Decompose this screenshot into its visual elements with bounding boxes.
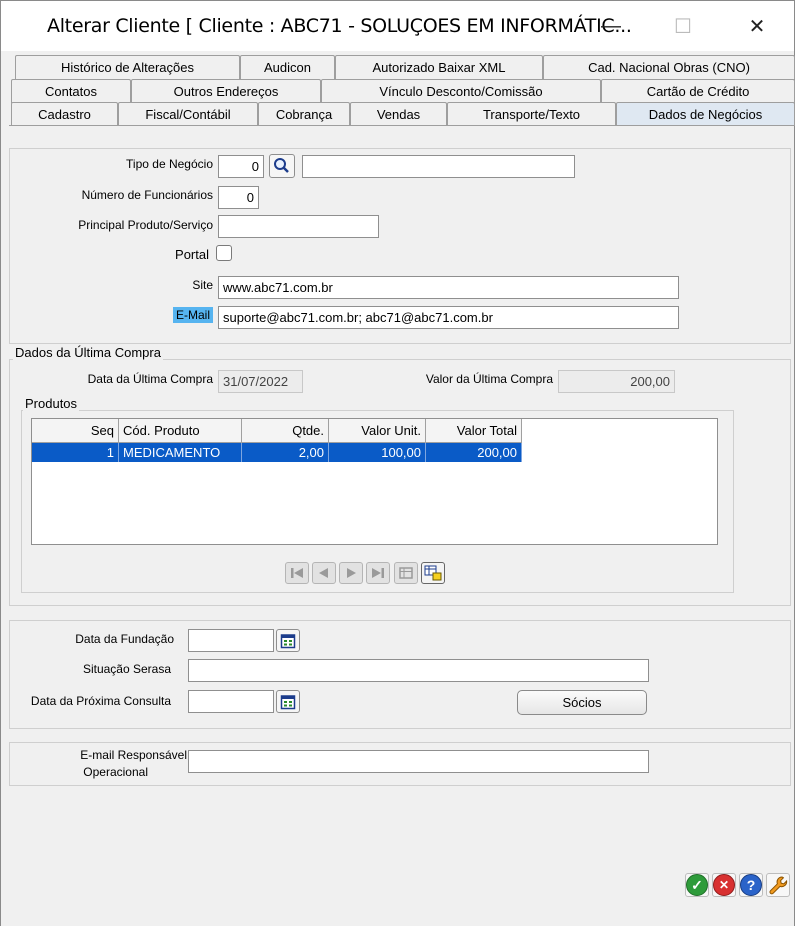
numero-funcionarios-label: Número de Funcionários [81, 188, 213, 202]
ultima-compra-legend: Dados da Última Compra [13, 345, 163, 360]
tab-cno[interactable]: Cad. Nacional Obras (CNO) [543, 55, 795, 79]
tipo-negocio-descricao[interactable] [302, 155, 575, 178]
tab-historico[interactable]: Histórico de Alterações [15, 55, 240, 79]
situacao-serasa-label: Situação Serasa [82, 662, 171, 676]
prior-record-button [312, 562, 336, 584]
cancel-button[interactable]: ✕ [712, 873, 736, 897]
tab-vinculo-desconto[interactable]: Vínculo Desconto/Comissão [321, 79, 601, 103]
portal-checkbox[interactable] [216, 245, 232, 261]
tools-button[interactable] [766, 873, 790, 897]
cell-valor-unit: 100,00 [329, 443, 426, 462]
export-grid-button[interactable] [421, 562, 445, 584]
tipo-negocio-input[interactable]: 0 [218, 155, 264, 178]
first-icon [291, 568, 303, 578]
email-label-wrapper: E-Mail [161, 307, 213, 323]
produtos-table[interactable]: Seq Cód. Produto Qtde. Valor Unit. Valor… [31, 418, 718, 545]
first-record-button [285, 562, 309, 584]
column-qtde[interactable]: Qtde. [242, 419, 329, 443]
tab-cobranca[interactable]: Cobrança [258, 102, 350, 126]
last-record-button [366, 562, 390, 584]
cancel-icon: ✕ [713, 874, 735, 896]
email-label: E-Mail [172, 307, 213, 323]
grid-export-icon [424, 565, 442, 581]
tab-outros-enderecos[interactable]: Outros Endereços [131, 79, 321, 103]
email-input[interactable]: suporte@abc71.com.br; abc71@abc71.com.br [218, 306, 679, 329]
data-fundacao-input[interactable] [188, 629, 274, 652]
column-cod-produto[interactable]: Cód. Produto [119, 419, 242, 443]
window-title: Alterar Cliente [ Cliente : ABC71 - SOLU… [47, 15, 632, 37]
table-row[interactable]: 1 MEDICAMENTO 2,00 100,00 200,00 [32, 443, 522, 462]
tab-content: Tipo de Negócio 0 Número de Funcionários… [1, 126, 794, 926]
help-icon: ? [740, 874, 762, 896]
data-proxima-consulta-input[interactable] [188, 690, 274, 713]
cell-cod-produto: MEDICAMENTO [119, 443, 242, 462]
produtos-legend: Produtos [23, 396, 80, 411]
column-seq[interactable]: Seq [32, 419, 119, 443]
situacao-serasa-input[interactable] [188, 659, 649, 682]
site-input[interactable]: www.abc71.com.br [218, 276, 679, 299]
site-label: Site [192, 278, 213, 292]
valor-ultima-compra-input: 200,00 [558, 370, 675, 393]
cell-seq: 1 [32, 443, 119, 462]
data-proxima-consulta-label: Data da Próxima Consulta [30, 694, 171, 708]
calendar-icon [280, 694, 296, 709]
help-button[interactable]: ? [739, 873, 763, 897]
socios-button[interactable]: Sócios [517, 690, 647, 715]
tab-vendas[interactable]: Vendas [350, 102, 447, 126]
operacional-label: Operacional [83, 765, 148, 779]
maximize-button: ☐ [674, 15, 692, 38]
cell-qtde: 2,00 [242, 443, 329, 462]
ok-button[interactable]: ✓ [685, 873, 709, 897]
principal-produto-input[interactable] [218, 215, 379, 238]
tab-dados-negocios[interactable]: Dados de Negócios [616, 102, 795, 126]
table-icon [399, 567, 413, 579]
numero-funcionarios-input[interactable]: 0 [218, 186, 259, 209]
check-icon: ✓ [686, 874, 708, 896]
grid-view-button [394, 562, 418, 584]
tab-cartao-credito[interactable]: Cartão de Crédito [601, 79, 795, 103]
next-icon [347, 568, 356, 578]
data-fundacao-label: Data da Fundação [75, 632, 174, 646]
cell-valor-total: 200,00 [426, 443, 522, 462]
tab-fiscal-contabil[interactable]: Fiscal/Contábil [118, 102, 258, 126]
search-button[interactable] [269, 154, 295, 178]
data-ultima-compra-label: Data da Última Compra [87, 372, 213, 386]
minimize-button[interactable]: — [579, 1, 643, 51]
search-icon [274, 158, 289, 173]
prior-icon [319, 568, 328, 578]
tipo-negocio-label: Tipo de Negócio [126, 157, 213, 171]
principal-produto-label: Principal Produto/Serviço [78, 218, 213, 232]
calendar-icon [280, 633, 296, 648]
wrench-icon [769, 876, 788, 895]
portal-label: Portal [175, 247, 209, 262]
last-icon [372, 568, 384, 578]
data-proxima-calendar-button[interactable] [276, 690, 300, 713]
table-header: Seq Cód. Produto Qtde. Valor Unit. Valor… [32, 419, 522, 443]
column-valor-total[interactable]: Valor Total [426, 419, 522, 443]
email-responsavel-label: E-mail Responsável [80, 748, 187, 762]
tab-audicon[interactable]: Audicon [240, 55, 335, 79]
column-valor-unit[interactable]: Valor Unit. [329, 419, 426, 443]
tab-cadastro[interactable]: Cadastro [11, 102, 118, 126]
data-ultima-compra-input: 31/07/2022 [218, 370, 303, 393]
valor-ultima-compra-label: Valor da Última Compra [425, 372, 553, 386]
dialog-window: Alterar Cliente [ Cliente : ABC71 - SOLU… [0, 0, 795, 926]
close-button[interactable]: ✕ [725, 1, 789, 51]
email-responsavel-input[interactable] [188, 750, 649, 773]
data-fundacao-calendar-button[interactable] [276, 629, 300, 652]
tab-transporte-texto[interactable]: Transporte/Texto [447, 102, 616, 126]
tab-contatos[interactable]: Contatos [11, 79, 131, 103]
title-bar: Alterar Cliente [ Cliente : ABC71 - SOLU… [1, 1, 794, 51]
next-record-button [339, 562, 363, 584]
tab-autorizado-xml[interactable]: Autorizado Baixar XML [335, 55, 543, 79]
